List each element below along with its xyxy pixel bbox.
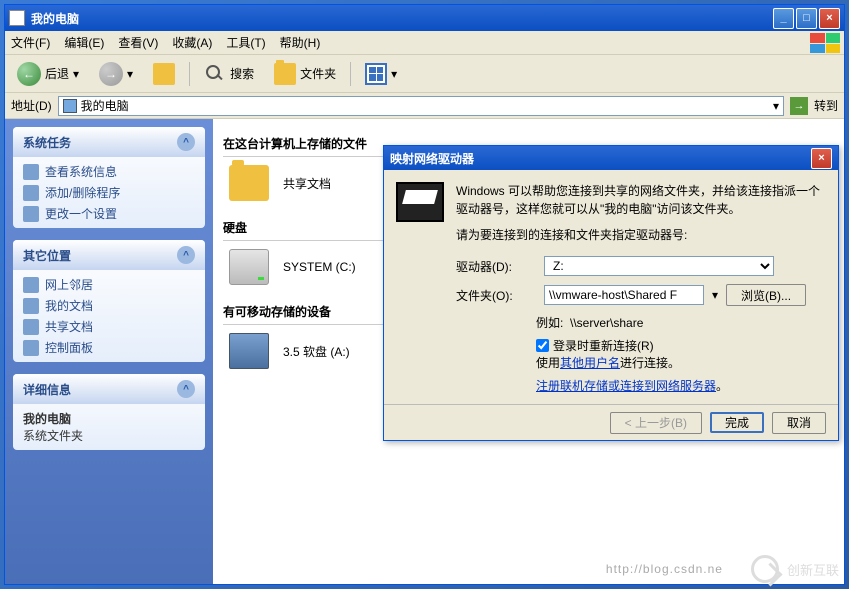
other-places-header[interactable]: 其它位置 ^ [13,240,205,270]
address-input[interactable]: 我的电脑 ▾ [58,96,784,116]
browse-button[interactable]: 浏览(B)... [726,284,806,306]
documents-icon [23,298,39,314]
details-type: 系统文件夹 [23,427,195,444]
details-name: 我的电脑 [23,410,195,427]
other-user-link[interactable]: 其他用户名 [560,356,620,370]
computer-icon [63,99,77,113]
menubar: 文件(F) 编辑(E) 查看(V) 收藏(A) 工具(T) 帮助(H) [5,31,844,55]
system-tasks-box: 系统任务 ^ 查看系统信息 添加/删除程序 更改一个设置 [13,127,205,228]
task-change-setting[interactable]: 更改一个设置 [23,205,195,222]
place-control-panel[interactable]: 控制面板 [23,339,195,356]
dialog-prompt: 请为要连接到的连接和文件夹指定驱动器号: [456,226,826,244]
drive-icon [229,249,269,285]
task-pane: 系统任务 ^ 查看系统信息 添加/删除程序 更改一个设置 其它位置 ^ 网上邻居… [5,119,213,584]
folder-icon [229,165,269,201]
watermark-brand: 创新互联 [787,560,839,579]
watermark-blog: http://blog.csdn.ne [606,562,723,576]
toolbar: ←后退▾ →▾ 搜索 文件夹 ▾ [5,55,844,93]
app-icon [9,10,25,26]
reconnect-checkbox[interactable] [536,339,549,352]
shared-docs-icon [23,319,39,335]
back-button[interactable]: ←后退▾ [11,58,85,90]
address-label: 地址(D) [11,97,52,114]
network-icon [23,277,39,293]
floppy-icon [229,333,269,369]
menu-tools[interactable]: 工具(T) [226,34,265,51]
up-button[interactable] [147,59,181,89]
drive-select[interactable]: Z: [544,256,774,276]
place-network[interactable]: 网上邻居 [23,276,195,293]
chevron-up-icon: ^ [177,246,195,264]
folder-label: 文件夹(O): [456,287,536,304]
watermark-logo-icon [751,555,779,583]
window-controls: _ □ × [773,8,840,29]
close-button[interactable]: × [819,8,840,29]
dialog-close-button[interactable]: × [811,148,832,169]
dialog-form: 驱动器(D): Z: 文件夹(O): ▾ 浏览(B)... 例如: \\serv… [384,256,838,394]
map-drive-dialog: 映射网络驱动器 × Windows 可以帮助您连接到共享的网络文件夹，并给该连接… [383,145,839,441]
drive-label: 驱动器(D): [456,258,536,275]
go-label: 转到 [814,97,838,114]
dialog-description: Windows 可以帮助您连接到共享的网络文件夹，并给该连接指派一个驱动器号，这… [456,182,826,218]
go-button[interactable]: → [790,97,808,115]
back-button: < 上一步(B) [610,412,702,434]
address-dropdown-icon[interactable]: ▾ [773,99,779,113]
settings-icon [23,206,39,222]
folders-button[interactable]: 文件夹 [268,59,342,89]
system-tasks-header[interactable]: 系统任务 ^ [13,127,205,157]
search-button[interactable]: 搜索 [198,59,260,89]
task-add-remove[interactable]: 添加/删除程序 [23,184,195,201]
watermark: http://blog.csdn.ne 创新互联 [606,555,839,583]
details-box: 详细信息 ^ 我的电脑 系统文件夹 [13,374,205,450]
info-icon [23,164,39,180]
control-panel-icon [23,340,39,356]
menu-file[interactable]: 文件(F) [11,34,50,51]
window-title: 我的电脑 [31,10,773,27]
maximize-button[interactable]: □ [796,8,817,29]
views-button[interactable]: ▾ [359,59,403,89]
dialog-footer: < 上一步(B) 完成 取消 [384,404,838,440]
menu-edit[interactable]: 编辑(E) [64,34,104,51]
menu-help[interactable]: 帮助(H) [280,34,321,51]
chevron-up-icon: ^ [177,380,195,398]
menu-view[interactable]: 查看(V) [118,34,158,51]
task-system-info[interactable]: 查看系统信息 [23,163,195,180]
folder-input[interactable] [544,285,704,305]
dialog-title: 映射网络驱动器 [390,150,811,167]
forward-button[interactable]: →▾ [93,58,139,90]
windows-flag-icon [810,33,840,53]
reconnect-checkbox-row: 登录时重新连接(R) [536,337,826,354]
other-places-box: 其它位置 ^ 网上邻居 我的文档 共享文档 控制面板 [13,240,205,362]
place-shared[interactable]: 共享文档 [23,318,195,335]
storage-link[interactable]: 注册联机存储或连接到网络服务器 [536,379,716,393]
finish-button[interactable]: 完成 [710,412,764,433]
menu-favorites[interactable]: 收藏(A) [172,34,212,51]
details-header[interactable]: 详细信息 ^ [13,374,205,404]
dialog-titlebar[interactable]: 映射网络驱动器 × [384,146,838,170]
address-bar: 地址(D) 我的电脑 ▾ → 转到 [5,93,844,119]
chevron-up-icon: ^ [177,133,195,151]
network-drive-icon [396,182,444,222]
add-remove-icon [23,185,39,201]
place-documents[interactable]: 我的文档 [23,297,195,314]
address-value: 我的电脑 [81,97,129,114]
minimize-button[interactable]: _ [773,8,794,29]
reconnect-label: 登录时重新连接(R) [553,337,654,354]
titlebar[interactable]: 我的电脑 _ □ × [5,5,844,31]
cancel-button[interactable]: 取消 [772,412,826,434]
